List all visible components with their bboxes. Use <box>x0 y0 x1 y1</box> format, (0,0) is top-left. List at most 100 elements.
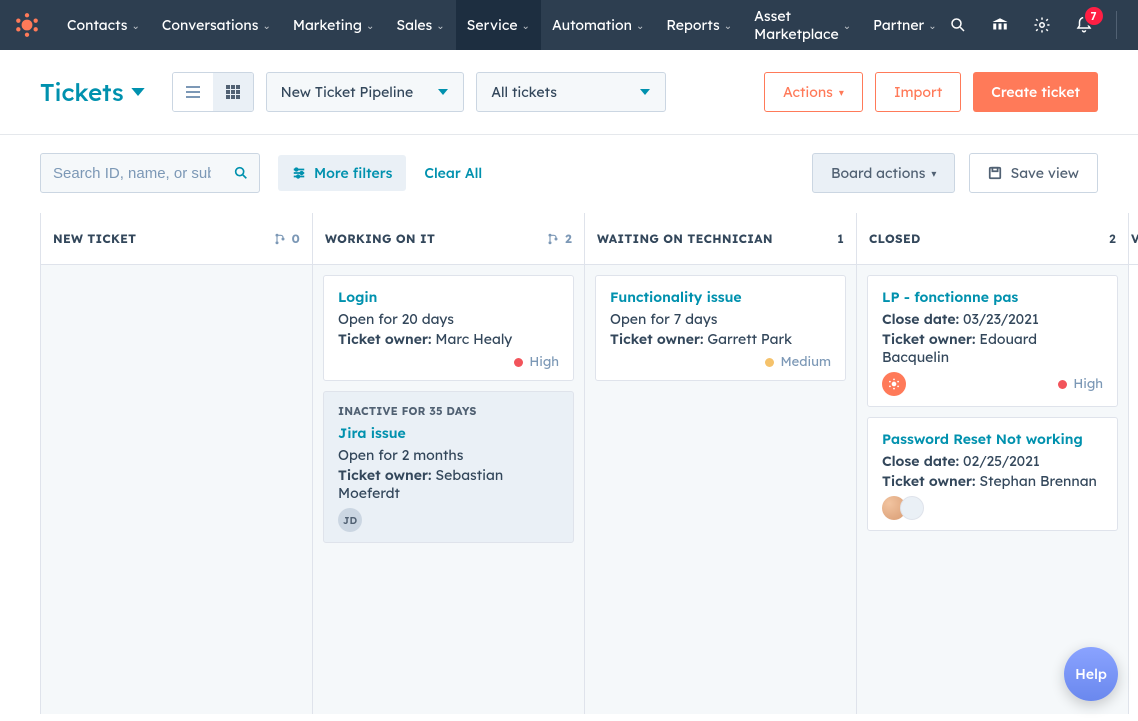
caret-down-icon <box>437 86 449 98</box>
ticket-title[interactable]: Jira issue <box>338 424 559 442</box>
ticket-card[interactable]: LP - fonctionne pas Close date: 03/23/202… <box>867 275 1118 407</box>
ticket-card[interactable]: INACTIVE FOR 35 DAYSJira issueOpen for 2… <box>323 391 574 543</box>
chevron-down-icon: ⌄ <box>366 19 374 32</box>
caret-down-icon <box>130 84 146 100</box>
ticket-owner-line: Ticket owner: Edouard Bacquelin <box>882 330 1103 366</box>
column-count: 1 <box>837 231 844 246</box>
board-column: WAITING ON TECHNICIAN 1 Functionality issu… <box>584 213 856 714</box>
column-header[interactable]: NEW TICKET0 <box>41 213 312 265</box>
notification-badge: 7 <box>1085 7 1103 25</box>
sub-toolbar: Tickets New Ticket Pipeline All tickets … <box>0 50 1138 135</box>
nav-item-partner[interactable]: Partner ⌄ <box>862 0 947 50</box>
board-actions-button[interactable]: Board actions ▾ <box>812 153 955 193</box>
column-body: Functionality issue Open for 7 days Ticket… <box>585 265 856 391</box>
column-title: WAITING ON TECHNICIAN <box>597 231 773 246</box>
filter-bar-right: Board actions ▾ Save view <box>812 153 1098 193</box>
nav-items: Contacts⌄Conversations⌄Marketing⌄Sales⌄S… <box>56 0 948 50</box>
nav-item-label: Service <box>467 16 518 34</box>
ticket-close-line: Close date: 03/23/2021 <box>882 310 1103 328</box>
column-header[interactable]: CLOSED 2 <box>857 213 1128 265</box>
ticket-close-line: Close date: 02/25/2021 <box>882 452 1103 470</box>
save-icon <box>988 166 1002 180</box>
ticket-card[interactable]: LoginOpen for 20 daysTicket owner: Marc … <box>323 275 574 381</box>
clear-all-link[interactable]: Clear All <box>424 164 482 182</box>
column-peek: V <box>1128 213 1138 714</box>
board-view-button[interactable] <box>213 73 253 111</box>
chevron-down-icon: ⌄ <box>131 19 139 32</box>
pipeline-select-value: New Ticket Pipeline <box>281 83 414 101</box>
card-footer: JD <box>338 508 559 532</box>
notifications-bell-icon[interactable]: 7 <box>1074 15 1094 35</box>
nav-item-asset-marketplace[interactable]: Asset Marketplace⌄ <box>743 0 862 50</box>
search-input[interactable] <box>41 165 223 182</box>
sub-toolbar-right: Actions ▾ Import Create ticket <box>764 72 1098 112</box>
ticket-card[interactable]: Functionality issue Open for 7 days Ticket… <box>595 275 846 381</box>
nav-item-label: Automation <box>552 16 632 34</box>
import-button[interactable]: Import <box>875 72 961 112</box>
ticket-title[interactable]: Password Reset Not working <box>882 430 1103 448</box>
filter-select[interactable]: All tickets <box>476 72 666 112</box>
card-footer <box>882 496 1103 520</box>
nav-separator <box>1116 11 1117 39</box>
nav-item-reports[interactable]: Reports⌄ <box>655 0 743 50</box>
priority-tag: High <box>1058 376 1103 392</box>
settings-gear-icon[interactable] <box>1032 15 1052 35</box>
kanban-board: NEW TICKET0 WORKING ON IT 2 LoginOpen for 2… <box>40 213 1138 714</box>
ticket-title[interactable]: LP - fonctionne pas <box>882 288 1103 306</box>
save-view-label: Save view <box>1010 164 1079 182</box>
assignee-chip <box>882 372 906 396</box>
ticket-owner-line: Ticket owner: Stephan Brennan <box>882 472 1103 490</box>
search-icon[interactable] <box>948 15 968 35</box>
ticket-open-line: Open for 7 days <box>610 310 831 328</box>
card-footer: High <box>338 354 559 370</box>
priority-tag: High <box>514 354 559 370</box>
ticket-title[interactable]: Login <box>338 288 559 306</box>
column-header: V <box>1129 213 1138 265</box>
nav-item-automation[interactable]: Automation ⌄ <box>541 0 655 50</box>
column-title: WORKING ON IT <box>325 231 435 246</box>
ticket-card[interactable]: Password Reset Not working Close date: 02… <box>867 417 1118 531</box>
search-button[interactable] <box>223 154 259 192</box>
create-ticket-label: Create ticket <box>991 83 1080 101</box>
priority-dot-icon <box>765 358 774 367</box>
actions-button[interactable]: Actions ▾ <box>764 72 863 112</box>
pipeline-select[interactable]: New Ticket Pipeline <box>266 72 465 112</box>
nav-item-label: Partner <box>873 16 924 34</box>
nav-item-conversations[interactable]: Conversations⌄ <box>151 0 282 50</box>
nav-item-label: Conversations <box>162 16 259 34</box>
column-branch-count: 2 <box>547 231 572 246</box>
column-header[interactable]: WORKING ON IT 2 <box>313 213 584 265</box>
nav-item-service[interactable]: Service ⌄ <box>456 0 541 50</box>
nav-item-label: Sales <box>396 16 432 34</box>
chevron-down-icon: ⌄ <box>928 19 936 32</box>
sliders-icon <box>292 166 306 180</box>
marketplace-icon[interactable] <box>990 15 1010 35</box>
chevron-down-icon: ⌄ <box>636 19 644 32</box>
nav-item-marketing[interactable]: Marketing⌄ <box>282 0 386 50</box>
page-title: Tickets <box>40 77 124 107</box>
more-filters-button[interactable]: More filters <box>278 155 406 191</box>
column-body: LP - fonctionne pas Close date: 03/23/202… <box>857 265 1128 541</box>
column-body: LoginOpen for 20 daysTicket owner: Marc … <box>313 265 584 553</box>
column-count: 2 <box>1109 231 1116 246</box>
nav-item-label: Asset Marketplace <box>754 7 839 43</box>
nav-item-label: Contacts <box>67 16 127 34</box>
save-view-button[interactable]: Save view <box>969 153 1098 193</box>
list-view-button[interactable] <box>173 73 213 111</box>
help-button[interactable]: Help <box>1064 647 1118 701</box>
ticket-owner-line: Ticket owner: Marc Healy <box>338 330 559 348</box>
caret-down-icon <box>639 86 651 98</box>
board-column: CLOSED 2 LP - fonctionne pas Close date: 03… <box>856 213 1128 714</box>
ticket-title[interactable]: Functionality issue <box>610 288 831 306</box>
page-title-dropdown[interactable]: Tickets <box>40 77 146 107</box>
hubspot-logo-icon[interactable] <box>14 12 40 38</box>
nav-item-sales[interactable]: Sales⌄ <box>385 0 455 50</box>
nav-item-contacts[interactable]: Contacts ⌄ <box>56 0 151 50</box>
chevron-down-icon: ⌄ <box>522 19 530 32</box>
help-label: Help <box>1075 665 1107 683</box>
ticket-owner-line: Ticket owner: Garrett Park <box>610 330 831 348</box>
column-branch-count: 0 <box>274 231 300 246</box>
column-header[interactable]: WAITING ON TECHNICIAN 1 <box>585 213 856 265</box>
create-ticket-button[interactable]: Create ticket <box>973 72 1098 112</box>
column-title: CLOSED <box>869 231 921 246</box>
